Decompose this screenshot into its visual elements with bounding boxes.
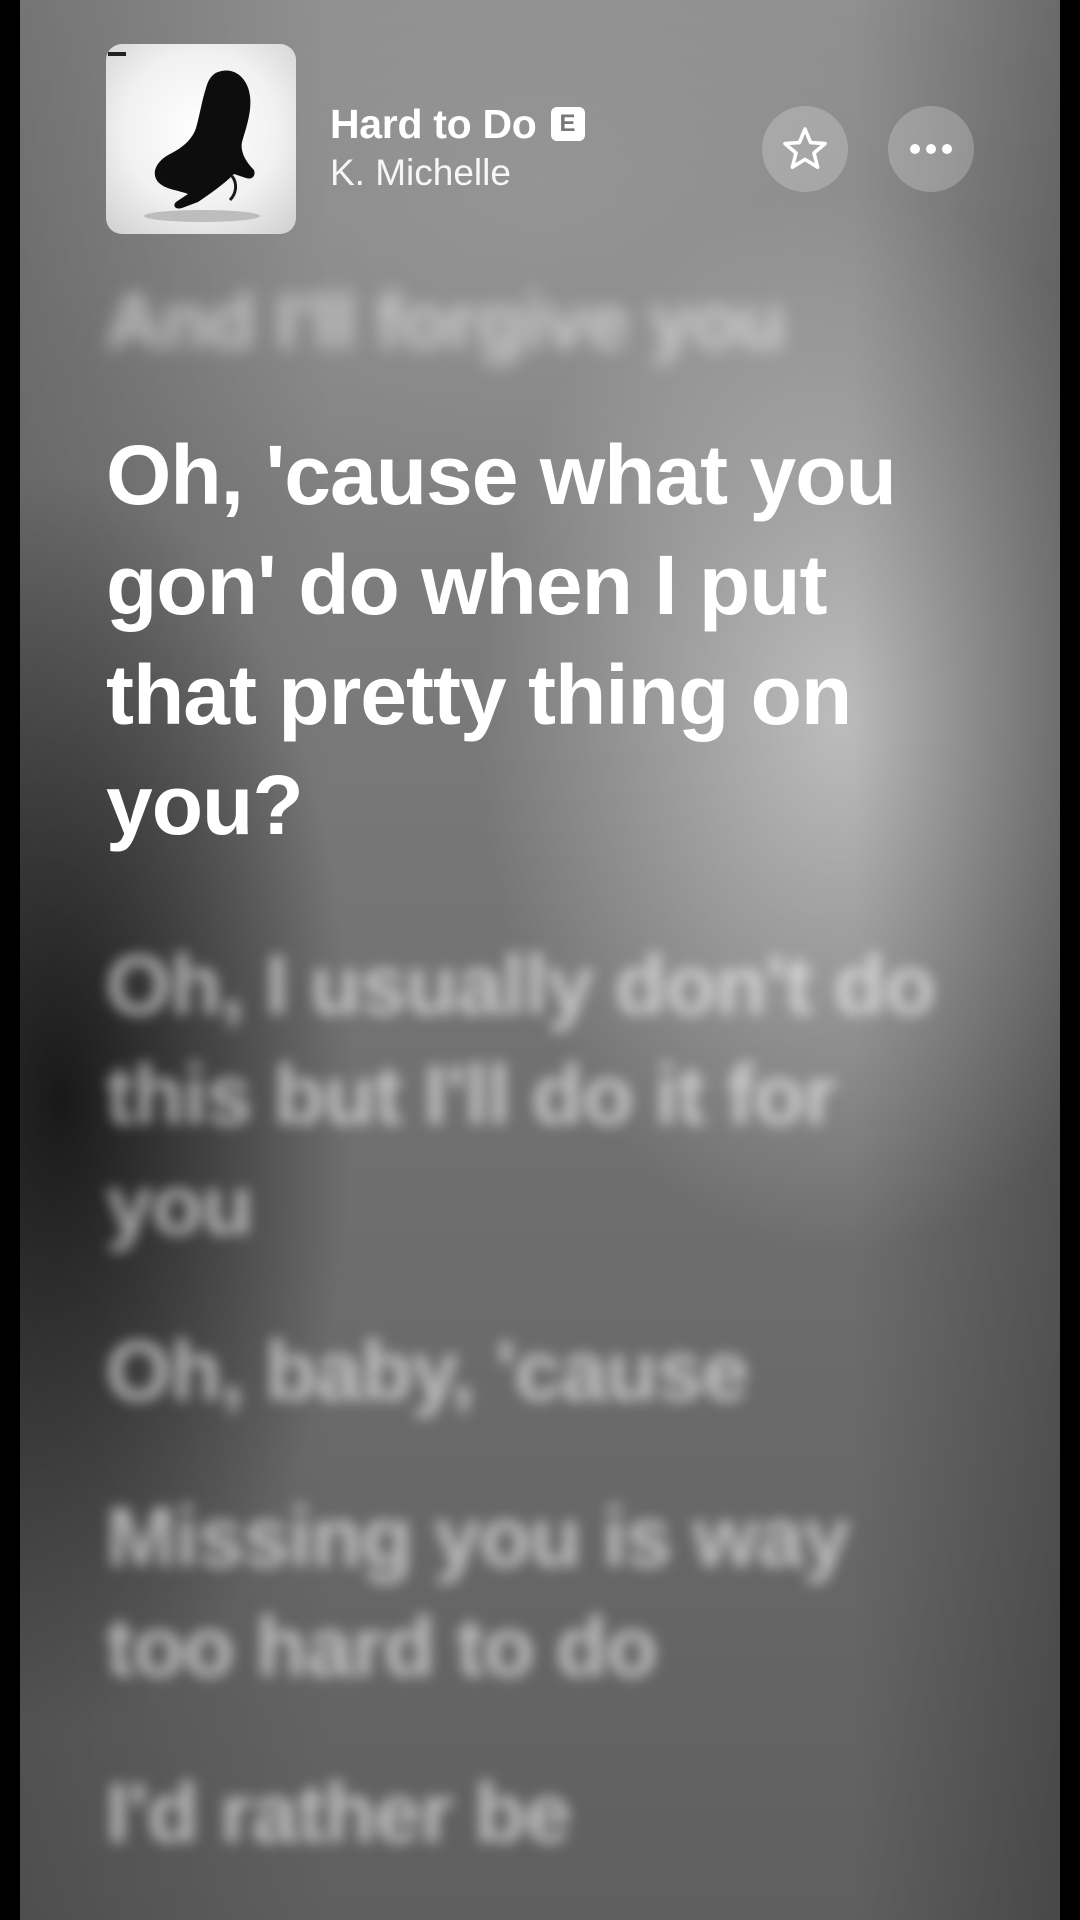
lyric-line-next-1[interactable]: Oh, I usually don't do this but I'll do … [106, 930, 986, 1260]
ellipsis-icon [910, 144, 952, 154]
now-playing-header: Hard to Do E K. Michelle [106, 44, 986, 236]
lyric-line-next-2[interactable]: Oh, baby, 'cause [106, 1316, 986, 1426]
lyric-line-previous[interactable]: And I'll forgive you [106, 266, 786, 376]
song-title[interactable]: Hard to Do [330, 101, 537, 148]
favorite-button[interactable] [762, 106, 848, 192]
lyrics-view[interactable]: And I'll forgive you Oh, 'cause what you… [106, 240, 986, 1868]
star-icon [783, 127, 827, 169]
album-artwork[interactable] [106, 44, 296, 234]
lyrics-screen: Hard to Do E K. Michelle And I'll forgiv… [0, 0, 1080, 1920]
album-art-figure [108, 52, 260, 222]
lyric-line-current[interactable]: Oh, 'cause what you gon' do when I put t… [106, 420, 986, 860]
more-options-button[interactable] [888, 106, 974, 192]
artist-name[interactable]: K. Michelle [330, 152, 511, 194]
lyric-line-next-3[interactable]: Missing you is way too hard to do [106, 1482, 986, 1702]
lyric-line-next-4[interactable]: I'd rather be [106, 1758, 986, 1868]
song-title-row: Hard to Do E [330, 100, 585, 148]
explicit-badge: E [550, 107, 585, 141]
